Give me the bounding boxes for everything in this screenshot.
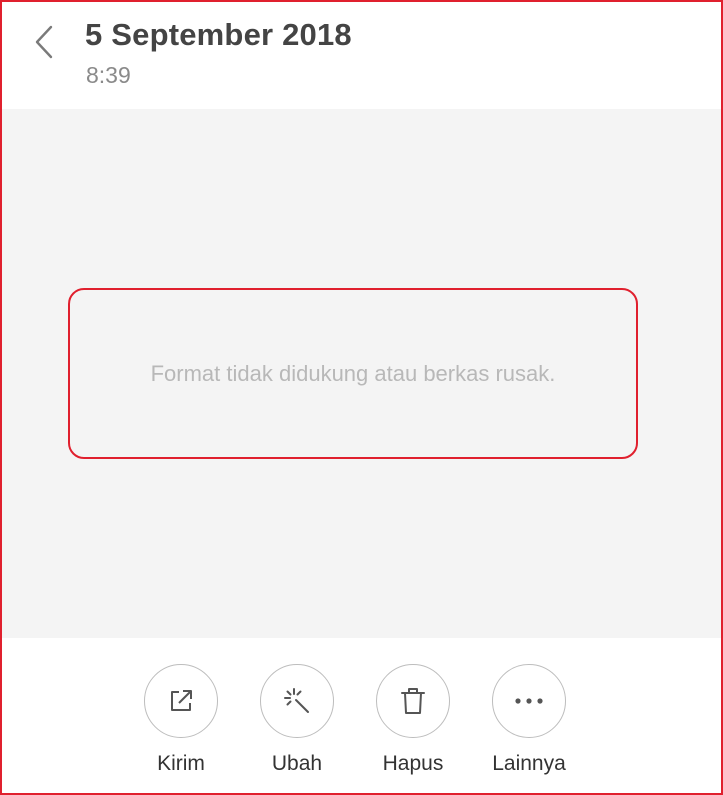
- share-button-circle[interactable]: [144, 664, 218, 738]
- delete-button-circle[interactable]: [376, 664, 450, 738]
- share-button[interactable]: Kirim: [127, 664, 237, 784]
- edit-button-label: Ubah: [271, 752, 323, 775]
- app-frame: 5 September 2018 8:39 Format tidak diduk…: [0, 0, 723, 795]
- delete-button[interactable]: Hapus: [359, 664, 469, 784]
- more-button[interactable]: Lainnya: [475, 664, 585, 784]
- time-subtitle: 8:39: [86, 62, 131, 88]
- more-button-circle[interactable]: [492, 664, 566, 738]
- edit-button[interactable]: Ubah: [243, 664, 353, 784]
- media-viewer: Format tidak didukung atau berkas rusak.: [2, 109, 721, 638]
- trash-icon: [401, 688, 425, 714]
- back-button[interactable]: [24, 22, 64, 62]
- delete-button-label: Hapus: [382, 752, 444, 775]
- page-title: 5 September 2018: [85, 17, 352, 52]
- chevron-left-icon: [35, 25, 53, 59]
- share-button-label: Kirim: [157, 752, 205, 775]
- bottom-toolbar: Kirim Ubah Hapus Lainnya: [2, 638, 721, 793]
- more-horizontal-icon: [515, 698, 543, 704]
- error-message-box: Format tidak didukung atau berkas rusak.: [68, 288, 638, 459]
- error-message: Format tidak didukung atau berkas rusak.: [150, 360, 556, 386]
- more-button-label: Lainnya: [492, 752, 566, 775]
- edit-button-circle[interactable]: [260, 664, 334, 738]
- header: 5 September 2018 8:39: [2, 2, 721, 109]
- magic-wand-icon: [284, 688, 309, 713]
- share-icon: [171, 690, 192, 711]
